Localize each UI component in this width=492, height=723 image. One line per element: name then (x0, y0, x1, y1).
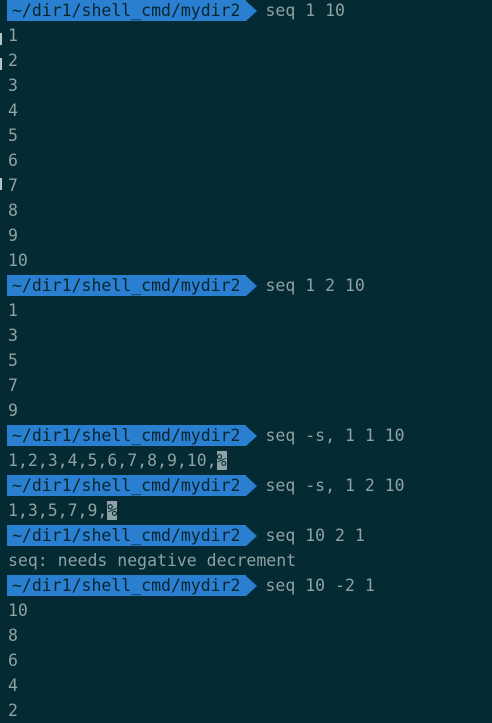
output-text: 3 (8, 76, 18, 95)
prompt-path: ~/dir1/shell_cmd/mydir2 (7, 575, 247, 596)
output-text: seq: needs negative decrement (8, 551, 297, 570)
output-text: 5 (8, 351, 18, 370)
prompt-line: ~/dir1/shell_cmd/mydir2 seq 10 2 1 (7, 523, 365, 548)
output-text: 4 (8, 101, 18, 120)
command-text: seq -s, 1 1 10 (265, 426, 405, 445)
command-text: seq 10 -2 1 (265, 576, 375, 595)
gutter-tick (0, 33, 2, 45)
command-text: seq -s, 1 2 10 (265, 476, 405, 495)
command-text: seq 1 10 (265, 1, 345, 20)
output-text: 7 (8, 376, 18, 395)
no-newline-marker: % (216, 451, 227, 470)
output-text: 2 (8, 51, 18, 70)
output-text: 5 (8, 126, 18, 145)
prompt-path: ~/dir1/shell_cmd/mydir2 (7, 275, 247, 296)
output-line: 2 (8, 698, 18, 723)
output-line: 9 (8, 223, 18, 248)
output-text: 4 (8, 676, 18, 695)
prompt-path: ~/dir1/shell_cmd/mydir2 (7, 475, 247, 496)
output-line: 9 (8, 398, 18, 423)
prompt-line: ~/dir1/shell_cmd/mydir2 seq -s, 1 2 10 (7, 473, 405, 498)
output-line: 4 (8, 98, 18, 123)
output-text: 3 (8, 326, 18, 345)
output-line: 8 (8, 623, 18, 648)
output-line: 10 (8, 248, 28, 273)
prompt-arrow-icon (246, 475, 258, 496)
prompt-path: ~/dir1/shell_cmd/mydir2 (7, 425, 247, 446)
output-line: 1 (8, 298, 18, 323)
command-text: seq 1 2 10 (265, 276, 365, 295)
output-line: 1,2,3,4,5,6,7,8,9,10,% (8, 448, 227, 473)
output-line: 2 (8, 48, 18, 73)
output-line: 3 (8, 73, 18, 98)
output-line: 7 (8, 173, 18, 198)
output-text: 1,3,5,7,9, (8, 501, 108, 520)
prompt-line: ~/dir1/shell_cmd/mydir2 seq 1 2 10 (7, 273, 365, 298)
output-text: 6 (8, 651, 18, 670)
output-text: 2 (8, 701, 18, 720)
output-text: 1 (8, 26, 18, 45)
output-text: 10 (8, 601, 28, 620)
prompt-line: ~/dir1/shell_cmd/mydir2 seq 10 -2 1 (7, 573, 375, 598)
output-line: 4 (8, 673, 18, 698)
terminal-window[interactable]: ~/dir1/shell_cmd/mydir2 seq 1 10 1 2 3 4 5 6 7 8 9… (0, 0, 492, 723)
output-text: 9 (8, 401, 18, 420)
output-text: 7 (8, 176, 18, 195)
output-line: seq: needs negative decrement (8, 548, 296, 573)
output-text: 9 (8, 226, 18, 245)
prompt-line: ~/dir1/shell_cmd/mydir2 seq -s, 1 1 10 (7, 423, 405, 448)
prompt-arrow-icon (246, 275, 258, 296)
output-text: 8 (8, 626, 18, 645)
prompt-line: ~/dir1/shell_cmd/mydir2 seq 1 10 (7, 0, 345, 23)
output-line: 5 (8, 348, 18, 373)
output-line: 1,3,5,7,9,% (8, 498, 118, 523)
output-line: 7 (8, 373, 18, 398)
prompt-arrow-icon (246, 425, 258, 446)
no-newline-marker: % (107, 501, 118, 520)
prompt-path: ~/dir1/shell_cmd/mydir2 (7, 0, 247, 21)
output-text: 1,2,3,4,5,6,7,8,9,10, (8, 451, 217, 470)
prompt-arrow-icon (246, 0, 258, 21)
output-line: 3 (8, 323, 18, 348)
gutter-tick (0, 58, 2, 70)
command-text: seq 10 2 1 (265, 526, 365, 545)
output-line: 6 (8, 648, 18, 673)
gutter-tick (0, 178, 2, 190)
output-line: 10 (8, 598, 28, 623)
output-line: 8 (8, 198, 18, 223)
prompt-arrow-icon (246, 525, 258, 546)
output-text: 10 (8, 251, 28, 270)
prompt-arrow-icon (246, 575, 258, 596)
output-line: 5 (8, 123, 18, 148)
output-text: 8 (8, 201, 18, 220)
output-text: 6 (8, 151, 18, 170)
prompt-path: ~/dir1/shell_cmd/mydir2 (7, 525, 247, 546)
output-line: 1 (8, 23, 18, 48)
output-text: 1 (8, 301, 18, 320)
output-line: 6 (8, 148, 18, 173)
